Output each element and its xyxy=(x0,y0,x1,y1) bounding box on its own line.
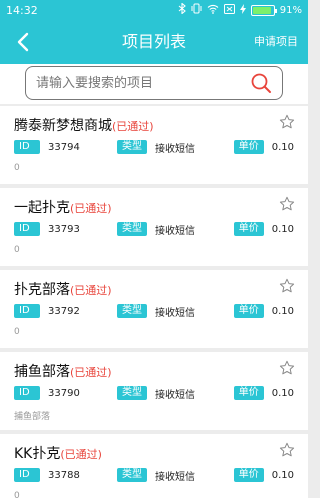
type-group: 类型 接收短信 xyxy=(117,386,195,401)
status-badge: (已通过) xyxy=(70,366,112,379)
battery-icon xyxy=(250,4,277,16)
star-icon[interactable] xyxy=(279,114,295,130)
price-tag: 单价 xyxy=(233,304,264,318)
type-group: 类型 接收短信 xyxy=(117,304,195,319)
project-type: 接收短信 xyxy=(155,143,195,155)
star-icon[interactable] xyxy=(279,360,295,376)
status-badge: (已通过) xyxy=(70,202,112,215)
project-meta: ID 33788 类型 接收短信 单价 0.10 xyxy=(14,467,294,483)
status-time: 14:32 xyxy=(6,3,38,17)
sim-icon xyxy=(223,3,235,17)
project-type: 接收短信 xyxy=(155,307,195,319)
project-price: 0.10 xyxy=(271,305,294,317)
search-icon[interactable] xyxy=(250,72,272,94)
search-input[interactable] xyxy=(36,67,246,99)
project-name: 一起扑克 xyxy=(14,200,70,216)
project-meta: ID 33790 类型 接收短信 单价 0.10 xyxy=(14,385,294,401)
battery-level xyxy=(252,6,271,14)
list-item[interactable]: KK扑克(已通过) ID 33788 类型 接收短信 单价 0.10 0 xyxy=(0,434,308,498)
project-id: 33794 xyxy=(48,141,80,153)
project-name: 捕鱼部落 xyxy=(14,364,70,380)
bluetooth-icon xyxy=(178,2,186,17)
list-item[interactable]: 腾泰新梦想商城(已通过) ID 33794 类型 接收短信 单价 0.10 0 xyxy=(0,106,308,184)
price-group: 单价 0.10 xyxy=(233,222,294,236)
star-icon[interactable] xyxy=(279,442,295,458)
type-tag: 类型 xyxy=(117,304,147,318)
price-group: 单价 0.10 xyxy=(233,386,294,400)
status-badge: (已通过) xyxy=(60,448,102,461)
project-name: 腾泰新梦想商城 xyxy=(14,118,112,134)
status-badge: (已通过) xyxy=(112,120,154,133)
type-tag: 类型 xyxy=(117,140,147,154)
project-title: KK扑克(已通过) xyxy=(14,443,102,463)
project-description: 0 xyxy=(14,163,20,173)
project-title: 捕鱼部落(已通过) xyxy=(14,361,112,381)
price-group: 单价 0.10 xyxy=(233,468,294,482)
project-id: 33793 xyxy=(48,223,80,235)
project-description: 0 xyxy=(14,327,20,337)
type-group: 类型 接收短信 xyxy=(117,222,195,237)
project-type: 接收短信 xyxy=(155,225,195,237)
project-description: 捕鱼部落 xyxy=(14,412,51,422)
project-id: 33790 xyxy=(48,387,80,399)
price-tag: 单价 xyxy=(233,140,264,154)
type-tag: 类型 xyxy=(117,386,147,400)
project-name: 扑克部落 xyxy=(14,282,70,298)
id-tag: ID xyxy=(14,468,40,482)
id-tag: ID xyxy=(14,304,40,318)
star-icon[interactable] xyxy=(279,196,295,212)
price-group: 单价 0.10 xyxy=(233,140,294,154)
type-tag: 类型 xyxy=(117,468,147,482)
project-meta: ID 33793 类型 接收短信 单价 0.10 xyxy=(14,221,294,237)
price-tag: 单价 xyxy=(233,386,264,400)
list-item[interactable]: 扑克部落(已通过) ID 33792 类型 接收短信 单价 0.10 0 xyxy=(0,270,308,348)
star-icon[interactable] xyxy=(279,278,295,294)
project-id: 33792 xyxy=(48,305,80,317)
price-tag: 单价 xyxy=(233,468,264,482)
price-tag: 单价 xyxy=(233,222,264,236)
type-group: 类型 接收短信 xyxy=(117,140,195,155)
status-bar: 14:32 91% xyxy=(0,0,308,20)
project-description: 0 xyxy=(14,491,20,498)
project-price: 0.10 xyxy=(271,141,294,153)
list-item[interactable]: 一起扑克(已通过) ID 33793 类型 接收短信 单价 0.10 0 xyxy=(0,188,308,266)
vibrate-icon xyxy=(191,3,202,17)
project-title: 腾泰新梦想商城(已通过) xyxy=(14,115,154,135)
wifi-icon xyxy=(207,4,219,17)
project-meta: ID 33794 类型 接收短信 单价 0.10 xyxy=(14,139,294,155)
project-id: 33788 xyxy=(48,469,80,481)
type-group: 类型 接收短信 xyxy=(117,468,195,483)
search-bar xyxy=(0,64,308,104)
project-description: 0 xyxy=(14,245,20,255)
project-price: 0.10 xyxy=(271,387,294,399)
id-tag: ID xyxy=(14,222,40,236)
list-item[interactable]: 捕鱼部落(已通过) ID 33790 类型 接收短信 单价 0.10 捕鱼部落 xyxy=(0,352,308,430)
price-group: 单价 0.10 xyxy=(233,304,294,318)
status-badge: (已通过) xyxy=(70,284,112,297)
apply-project-button[interactable]: 申请项目 xyxy=(254,20,298,64)
search-box xyxy=(25,66,283,100)
project-meta: ID 33792 类型 接收短信 单价 0.10 xyxy=(14,303,294,319)
battery-percent: 91% xyxy=(279,4,302,16)
id-tag: ID xyxy=(14,386,40,400)
project-price: 0.10 xyxy=(271,469,294,481)
project-title: 扑克部落(已通过) xyxy=(14,279,112,299)
nav-bar: 项目列表 申请项目 xyxy=(0,20,308,64)
project-name: KK扑克 xyxy=(14,446,61,462)
status-icons: 91% xyxy=(178,2,302,17)
id-tag: ID xyxy=(14,140,40,154)
project-price: 0.10 xyxy=(271,223,294,235)
charging-icon xyxy=(239,3,246,17)
type-tag: 类型 xyxy=(117,222,147,236)
project-title: 一起扑克(已通过) xyxy=(14,197,112,217)
project-type: 接收短信 xyxy=(155,389,195,401)
project-type: 接收短信 xyxy=(155,471,195,483)
